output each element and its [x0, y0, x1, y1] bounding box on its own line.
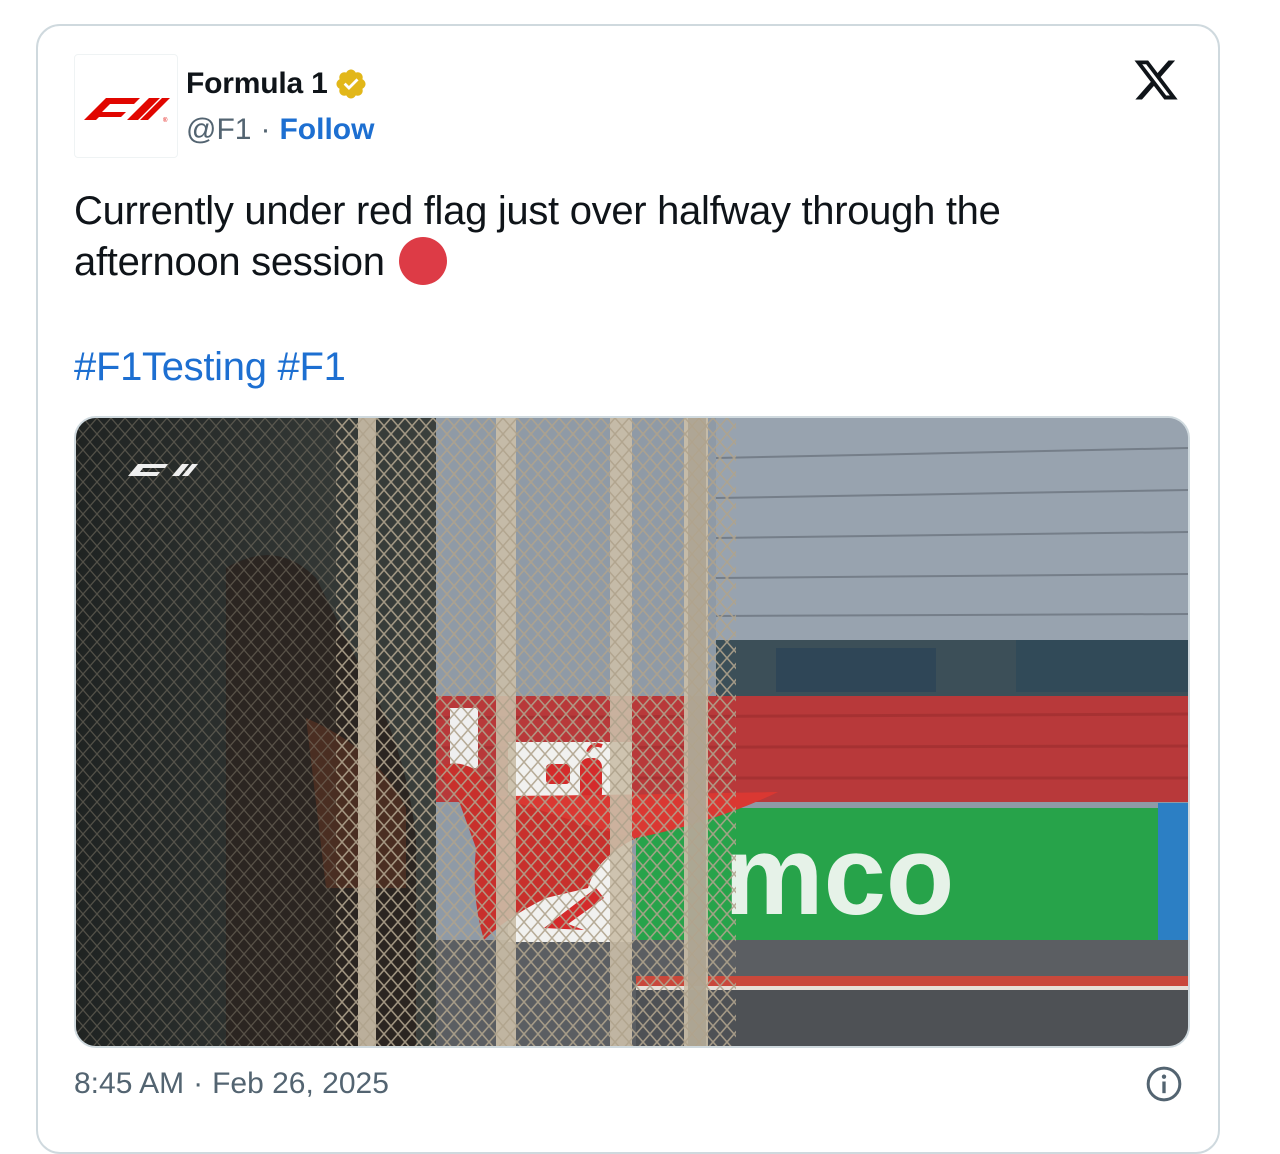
verified-badge-icon: [334, 67, 368, 101]
tweet-body: Currently under red flag just over halfw…: [74, 189, 1001, 284]
tweet-text: Currently under red flag just over halfw…: [74, 186, 1134, 288]
sign-text: mco: [724, 813, 954, 938]
hashtag-link[interactable]: #F1Testing: [74, 345, 267, 389]
hashtag-link[interactable]: #F1: [278, 345, 346, 389]
tweet-time: 8:45 AM: [74, 1067, 185, 1100]
timestamp[interactable]: 8:45 AM · Feb 26, 2025: [74, 1064, 389, 1104]
author-handle[interactable]: @F1: [186, 113, 251, 147]
f1-logo-icon: ®: [84, 98, 170, 124]
separator: ·: [260, 113, 271, 146]
hashtags: #F1Testing #F1: [74, 342, 346, 393]
author-name-row: Formula 1: [186, 64, 368, 104]
author-name[interactable]: Formula 1: [186, 67, 328, 101]
tweet-date: Feb 26, 2025: [212, 1067, 389, 1100]
svg-text:®: ®: [163, 117, 168, 124]
avatar[interactable]: ®: [74, 54, 178, 158]
tweet-card: ® Formula 1 @F1 · Follow Currently under…: [36, 24, 1220, 1154]
separator: ·: [193, 1067, 204, 1100]
follow-button[interactable]: Follow: [279, 113, 374, 147]
info-icon[interactable]: [1144, 1064, 1184, 1104]
red-flag-photo: mco: [76, 418, 1188, 1046]
handle-row: @F1 · Follow: [186, 110, 374, 150]
tweet-image[interactable]: mco: [74, 416, 1190, 1048]
red-circle-emoji: [398, 237, 447, 285]
x-logo-icon[interactable]: [1132, 56, 1180, 104]
